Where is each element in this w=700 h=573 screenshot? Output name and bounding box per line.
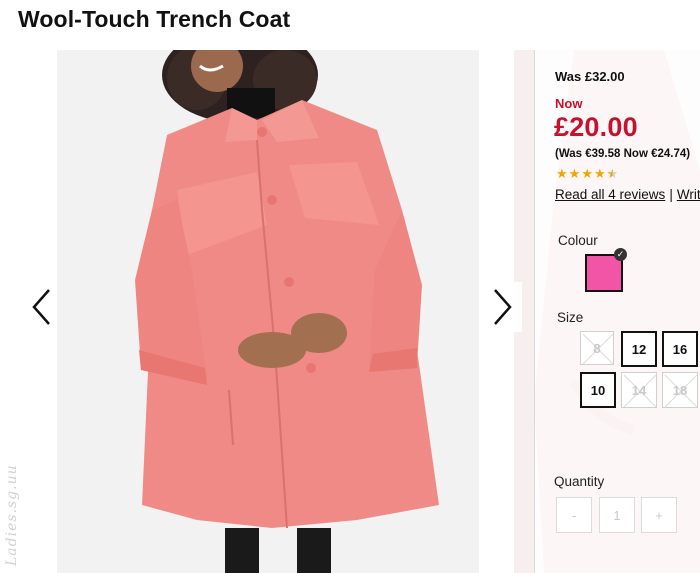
watermark: Ladies.sg.uu <box>4 464 20 566</box>
size-option-12[interactable]: 12 <box>621 331 657 367</box>
size-value: 10 <box>590 382 606 398</box>
size-value: 14 <box>631 382 647 398</box>
colour-label: Colour <box>558 233 598 248</box>
star-icon: ★ <box>568 166 581 181</box>
size-option-16[interactable]: 16 <box>662 331 698 367</box>
now-price: £20.00 <box>554 112 638 142</box>
reviews-links: Read all 4 reviews | Write a review <box>555 187 700 202</box>
quantity-label: Quantity <box>554 474 605 489</box>
was-price: Was £32.00 <box>555 69 625 84</box>
size-value: 16 <box>672 341 688 357</box>
star-icon: ★ <box>593 166 606 181</box>
rating-stars: ★ ★ ★ ★ ★ <box>556 167 618 181</box>
product-image-main[interactable] <box>57 50 479 573</box>
size-option-10[interactable]: 10 <box>580 372 616 408</box>
size-label: Size <box>557 310 584 325</box>
euro-price-line: (Was €39.58 Now €24.74) <box>555 148 691 160</box>
half-star-icon: ★ <box>606 166 619 181</box>
quantity-decrease-button[interactable]: - <box>556 497 592 533</box>
write-review-link[interactable]: Write a review <box>677 187 700 202</box>
coat-illustration <box>57 50 479 573</box>
review-separator: | <box>669 187 673 202</box>
gallery-prev-button[interactable] <box>22 282 60 332</box>
star-icon: ★ <box>556 166 568 181</box>
size-option-8[interactable]: 8 <box>580 331 614 365</box>
size-value: 8 <box>593 340 601 356</box>
check-icon: ✓ <box>614 248 627 261</box>
read-reviews-link[interactable]: Read all 4 reviews <box>555 187 665 202</box>
quantity-input[interactable]: 1 <box>599 497 635 533</box>
quantity-increase-button[interactable]: + <box>641 497 677 533</box>
size-value: 12 <box>631 341 647 357</box>
size-value: 18 <box>672 382 688 398</box>
star-icon: ★ <box>581 166 593 181</box>
now-label: Now <box>555 96 583 111</box>
size-option-18[interactable]: 18 <box>662 372 698 408</box>
size-option-14[interactable]: 14 <box>621 372 657 408</box>
gallery-next-button[interactable] <box>484 282 522 332</box>
product-info-panel: Was £32.00 Now £20.00 (Was €39.58 Now €2… <box>534 50 700 573</box>
product-title: Wool-Touch Trench Coat <box>18 6 291 32</box>
chevron-left-icon <box>32 289 50 325</box>
chevron-right-icon <box>494 289 512 325</box>
